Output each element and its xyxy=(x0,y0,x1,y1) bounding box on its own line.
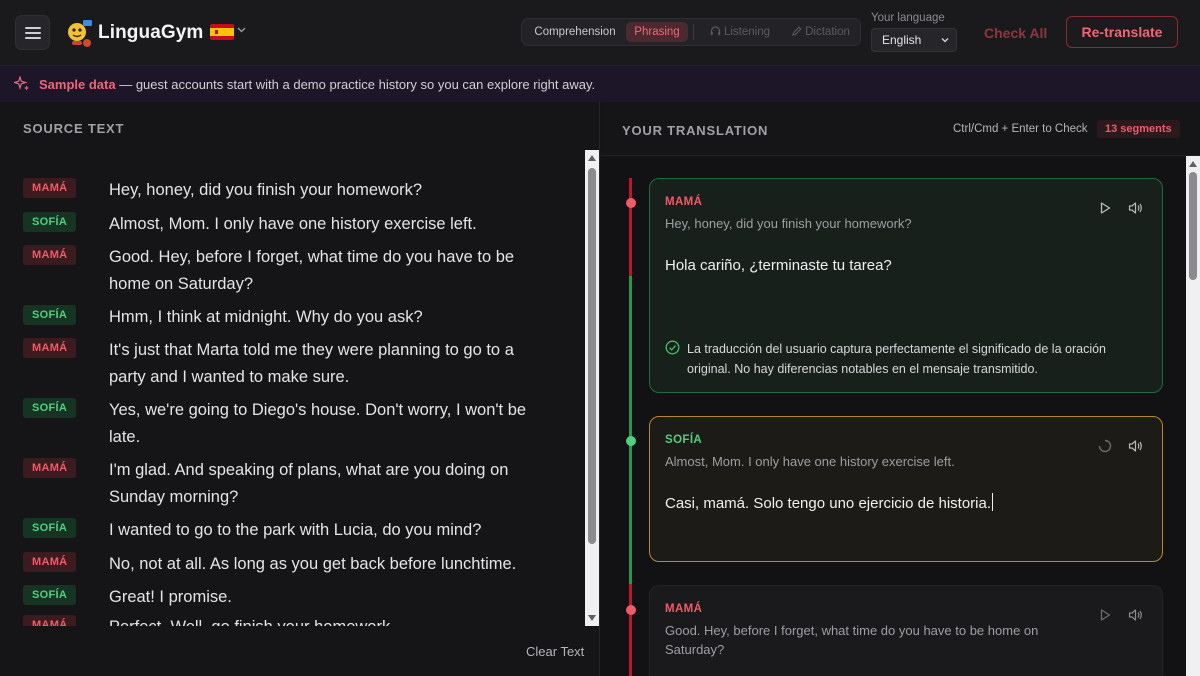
card-speaker: SOFÍA xyxy=(665,434,703,446)
timeline-dot xyxy=(625,198,636,208)
scrollbar-thumb[interactable] xyxy=(588,168,596,544)
check-all-button[interactable]: Check All xyxy=(984,25,1047,41)
card-source-text: Almost, Mom. I only have one history exe… xyxy=(665,454,955,469)
source-sentence: I wanted to go to the park with Lucia, d… xyxy=(109,521,482,539)
language-label: Your language xyxy=(871,12,945,24)
retranslate-button[interactable]: Re-translate xyxy=(1066,16,1178,48)
check-circle-icon xyxy=(665,340,680,355)
banner-message: — guest accounts start with a demo pract… xyxy=(115,77,596,92)
translation-title: YOUR TRANSLATION xyxy=(622,123,769,138)
source-sentence: Yes, we're going to Diego's house. Don't… xyxy=(109,401,527,446)
speaker-badge-mama: MAMÁ xyxy=(23,245,77,265)
scroll-up-icon[interactable] xyxy=(585,152,599,164)
source-sentence: Perfect. Well, go finish your homework. xyxy=(109,614,549,626)
speaker-badge-mama: MAMÁ xyxy=(23,338,77,358)
speaker-icon[interactable] xyxy=(1124,604,1146,626)
timeline-dot xyxy=(625,436,636,446)
tab-listening[interactable]: Listening xyxy=(700,22,780,42)
spain-flag-icon[interactable] xyxy=(210,24,234,40)
speaker-badge-mama: MAMÁ xyxy=(23,178,77,198)
logo[interactable] xyxy=(64,18,94,48)
card-source-text: Good. Hey, before I forget, what time do… xyxy=(665,623,1039,657)
scroll-down-icon[interactable] xyxy=(585,612,599,624)
source-sentence: I'm glad. And speaking of plans, what ar… xyxy=(109,461,509,506)
tab-phrasing[interactable]: Phrasing xyxy=(626,22,688,42)
translation-input[interactable]: Casi, mamá. Solo tengo uno ejercicio de … xyxy=(665,493,994,512)
segments-count-badge: 13 segments xyxy=(1097,120,1180,138)
tab-comprehension[interactable]: Comprehension xyxy=(526,22,624,42)
speaker-badge-sofia: SOFÍA xyxy=(23,398,77,418)
source-sentence: It's just that Marta told me they were p… xyxy=(109,341,514,386)
card-speaker: MAMÁ xyxy=(665,196,703,208)
translation-pane: YOUR TRANSLATION Ctrl/Cmd + Enter to Che… xyxy=(601,102,1200,676)
chevron-down-icon xyxy=(941,38,949,43)
translation-text: Casi, mamá. Solo tengo uno ejercicio de … xyxy=(665,495,992,512)
translation-card[interactable]: SOFÍA Almost, Mom. I only have one histor… xyxy=(649,416,1163,562)
language-select[interactable]: English xyxy=(871,28,957,52)
source-sentence: Almost, Mom. I only have one history exe… xyxy=(109,215,477,233)
source-list[interactable]: MAMÁ Hey, honey, did you finish your home… xyxy=(0,150,585,626)
speaker-badge-sofia: SOFÍA xyxy=(23,305,77,325)
brand-name: LinguaGym xyxy=(98,22,204,43)
mascot-logo-icon xyxy=(68,20,92,47)
source-sentence: Hey, honey, did you finish your homework… xyxy=(109,181,423,199)
card-speaker: MAMÁ xyxy=(665,603,703,615)
translation-card[interactable]: MAMÁ Hey, honey, did you finish your home… xyxy=(649,178,1163,393)
speaker-icon[interactable] xyxy=(1124,435,1146,457)
sample-data-banner: Sample data — guest accounts start with … xyxy=(0,66,1200,102)
play-icon[interactable] xyxy=(1094,604,1116,626)
speaker-icon[interactable] xyxy=(1124,197,1146,219)
chevron-down-icon[interactable] xyxy=(237,26,246,34)
pencil-icon xyxy=(792,26,802,36)
card-source-text: Hey, honey, did you finish your homework… xyxy=(665,216,912,231)
menu-button[interactable] xyxy=(15,15,50,50)
top-bar: LinguaGym Comprehension Phrasing Listeni… xyxy=(0,0,1200,66)
clear-text-button[interactable]: Clear Text xyxy=(526,644,584,659)
translation-input[interactable]: Hola cariño, ¿terminaste tu tarea? xyxy=(665,257,892,274)
source-sentence: No, not at all. As long as you get back … xyxy=(109,555,517,573)
speaker-badge-sofia: SOFÍA xyxy=(23,585,77,605)
scroll-up-icon[interactable] xyxy=(1186,158,1200,170)
timeline-dot xyxy=(625,605,636,615)
tab-dictation[interactable]: Dictation xyxy=(782,22,860,42)
text-caret xyxy=(992,493,994,511)
speaker-badge-sofia: SOFÍA xyxy=(23,518,77,538)
feedback-text: La traducción del usuario captura perfec… xyxy=(687,342,1107,376)
speaker-badge-mama: MAMÁ xyxy=(23,552,77,572)
timeline-line xyxy=(629,584,632,676)
source-scrollbar[interactable] xyxy=(585,150,599,626)
timeline-line xyxy=(629,276,632,436)
source-title: SOURCE TEXT xyxy=(23,121,125,136)
mode-tabs: Comprehension Phrasing Listening Dictati… xyxy=(521,18,861,46)
speaker-badge-sofia: SOFÍA xyxy=(23,212,77,232)
sparkles-icon xyxy=(14,76,29,91)
timeline-line xyxy=(629,178,632,276)
headphones-icon xyxy=(710,26,721,36)
language-selected-value: English xyxy=(882,33,922,47)
source-sentence: Hmm, I think at midnight. Why do you ask… xyxy=(109,308,423,326)
speaker-badge-mama: MAMÁ xyxy=(23,615,77,626)
source-sentence: Good. Hey, before I forget, what time do… xyxy=(109,248,515,293)
translation-card[interactable]: MAMÁ Good. Hey, before I forget, what tim… xyxy=(649,585,1163,676)
translation-scrollbar[interactable] xyxy=(1186,156,1200,676)
play-icon[interactable] xyxy=(1094,197,1116,219)
banner-strong: Sample data xyxy=(39,77,116,92)
speaker-badge-mama: MAMÁ xyxy=(23,458,77,478)
source-pane: SOURCE TEXT MAMÁ Hey, honey, did you fini… xyxy=(0,102,600,676)
translation-text: Hola cariño, ¿terminaste tu tarea? xyxy=(665,257,892,274)
scrollbar-thumb[interactable] xyxy=(1189,172,1197,280)
source-sentence: Great! I promise. xyxy=(109,588,232,606)
hamburger-icon xyxy=(24,26,41,39)
timeline-line xyxy=(629,436,632,584)
loading-spinner-icon[interactable] xyxy=(1094,435,1116,457)
banner-text: Sample data — guest accounts start with … xyxy=(39,77,595,92)
translation-header: YOUR TRANSLATION Ctrl/Cmd + Enter to Che… xyxy=(601,102,1200,156)
tab-divider xyxy=(693,24,694,40)
shortcut-hint: Ctrl/Cmd + Enter to Check xyxy=(953,123,1088,135)
